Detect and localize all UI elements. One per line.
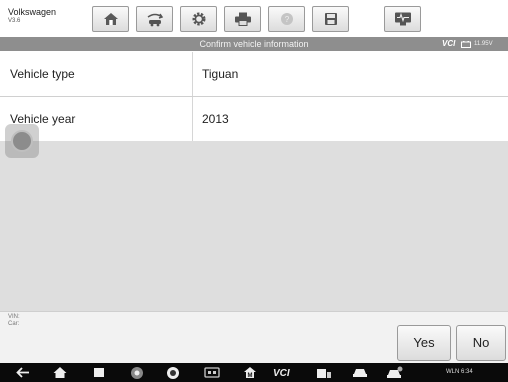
vci-status: VCI bbox=[442, 39, 456, 48]
home-icon bbox=[103, 13, 118, 25]
app-screen: Volkswagen V3.6 ? Confirm vehicle inform… bbox=[0, 0, 508, 382]
help-icon: ? bbox=[280, 13, 293, 25]
data-logging-button[interactable] bbox=[384, 6, 421, 32]
column-divider bbox=[192, 97, 193, 141]
vin-label: VIN: bbox=[8, 314, 20, 320]
bottom-panel: VIN: Car: Yes No bbox=[0, 311, 508, 364]
vehicle-type-row: Vehicle type Tiguan bbox=[0, 52, 508, 97]
vehicle-swap-icon bbox=[147, 13, 163, 27]
floating-assist-button[interactable] bbox=[5, 124, 39, 158]
battery-icon bbox=[461, 41, 471, 48]
home-button[interactable] bbox=[92, 6, 129, 32]
camera-shortcut[interactable] bbox=[166, 366, 180, 380]
top-toolbar: Volkswagen V3.6 ? bbox=[0, 0, 508, 38]
print-icon bbox=[234, 12, 251, 26]
home-nav-button[interactable] bbox=[52, 366, 68, 379]
save-icon bbox=[324, 13, 337, 25]
vehicle-shortcut[interactable] bbox=[352, 366, 368, 379]
settings-icon bbox=[192, 12, 205, 26]
chrome-icon bbox=[131, 367, 143, 379]
camera-icon bbox=[167, 367, 179, 379]
svg-text:?: ? bbox=[284, 15, 289, 24]
print-button[interactable] bbox=[224, 6, 261, 32]
row-value: 2013 bbox=[202, 112, 229, 126]
empty-content-area bbox=[0, 141, 508, 311]
screen-mirror-icon bbox=[204, 367, 220, 378]
vehicle-swap-button[interactable] bbox=[136, 6, 173, 32]
page-title: Confirm vehicle information bbox=[199, 39, 309, 49]
assist-dot-icon bbox=[11, 130, 33, 152]
title-bar: Confirm vehicle information VCI 11.95V bbox=[0, 37, 508, 51]
home-icon bbox=[53, 367, 67, 378]
maxisys-home-shortcut[interactable]: M bbox=[243, 366, 257, 379]
help-button[interactable]: ? bbox=[268, 6, 305, 32]
svg-text:VCI: VCI bbox=[273, 368, 290, 379]
settings-button[interactable] bbox=[180, 6, 217, 32]
column-divider bbox=[192, 52, 193, 96]
status-indicators: WLN 6:34 bbox=[446, 369, 473, 375]
system-nav-bar: M VCI WLN 6:34 bbox=[0, 363, 508, 382]
car-label: Car: bbox=[8, 321, 20, 327]
shop-manager-icon bbox=[317, 369, 331, 378]
app-version: V3.6 bbox=[8, 18, 21, 24]
row-label: Vehicle type bbox=[10, 67, 75, 81]
row-value: Tiguan bbox=[202, 67, 239, 81]
app-name: Volkswagen bbox=[8, 7, 57, 17]
back-button[interactable] bbox=[15, 366, 31, 379]
data-logging-icon bbox=[394, 12, 411, 26]
yes-button[interactable]: Yes bbox=[397, 325, 451, 361]
svg-text:M: M bbox=[248, 373, 253, 379]
battery-voltage: 11.95V bbox=[474, 41, 493, 47]
screen-mirror-shortcut[interactable] bbox=[204, 366, 220, 379]
service-icon bbox=[387, 366, 403, 378]
no-button[interactable]: No bbox=[456, 325, 506, 361]
maxisys-home-icon: M bbox=[244, 367, 256, 379]
back-icon bbox=[16, 367, 29, 378]
recent-apps-button[interactable] bbox=[92, 366, 106, 379]
shop-manager-shortcut[interactable] bbox=[316, 366, 332, 379]
vehicle-icon bbox=[353, 369, 367, 377]
chrome-shortcut[interactable] bbox=[130, 366, 144, 380]
vci-shortcut[interactable]: VCI bbox=[272, 366, 298, 379]
save-button[interactable] bbox=[312, 6, 349, 32]
vehicle-year-row: Vehicle year 2013 bbox=[0, 97, 508, 142]
recent-apps-icon bbox=[94, 368, 104, 377]
app-title: Volkswagen V3.6 bbox=[8, 7, 83, 25]
service-shortcut[interactable] bbox=[386, 366, 404, 379]
vci-icon: VCI bbox=[273, 368, 290, 379]
